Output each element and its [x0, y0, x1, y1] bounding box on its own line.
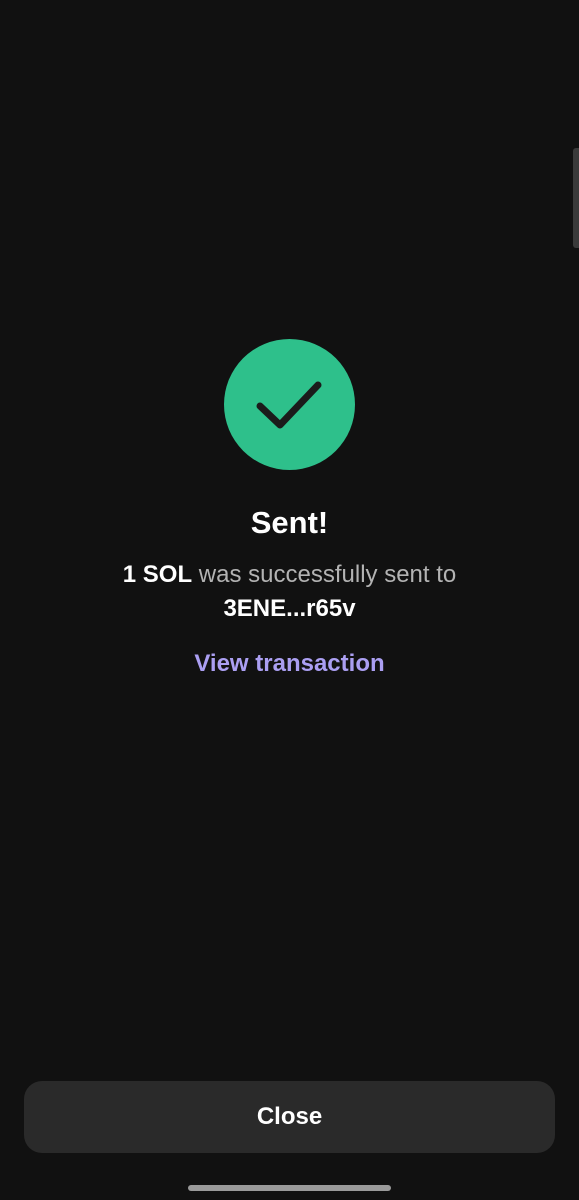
- checkmark-icon: [256, 381, 322, 429]
- view-transaction-link[interactable]: View transaction: [0, 647, 579, 681]
- sent-amount: 1 SOL: [122, 561, 193, 588]
- close-button[interactable]: Close: [24, 1081, 555, 1153]
- recipient-address: 3ENE...r65v: [223, 595, 356, 622]
- success-message: 1 SOL was successfully sent to 3ENE...r6…: [0, 558, 579, 626]
- success-badge: [224, 339, 355, 470]
- success-title: Sent!: [250, 505, 329, 540]
- message-text: was successfully sent to: [198, 561, 457, 588]
- scroll-indicator[interactable]: [573, 148, 579, 248]
- home-indicator: [188, 1185, 391, 1191]
- send-success-screen: Sent! 1 SOL was successfully sent to 3EN…: [0, 0, 579, 1200]
